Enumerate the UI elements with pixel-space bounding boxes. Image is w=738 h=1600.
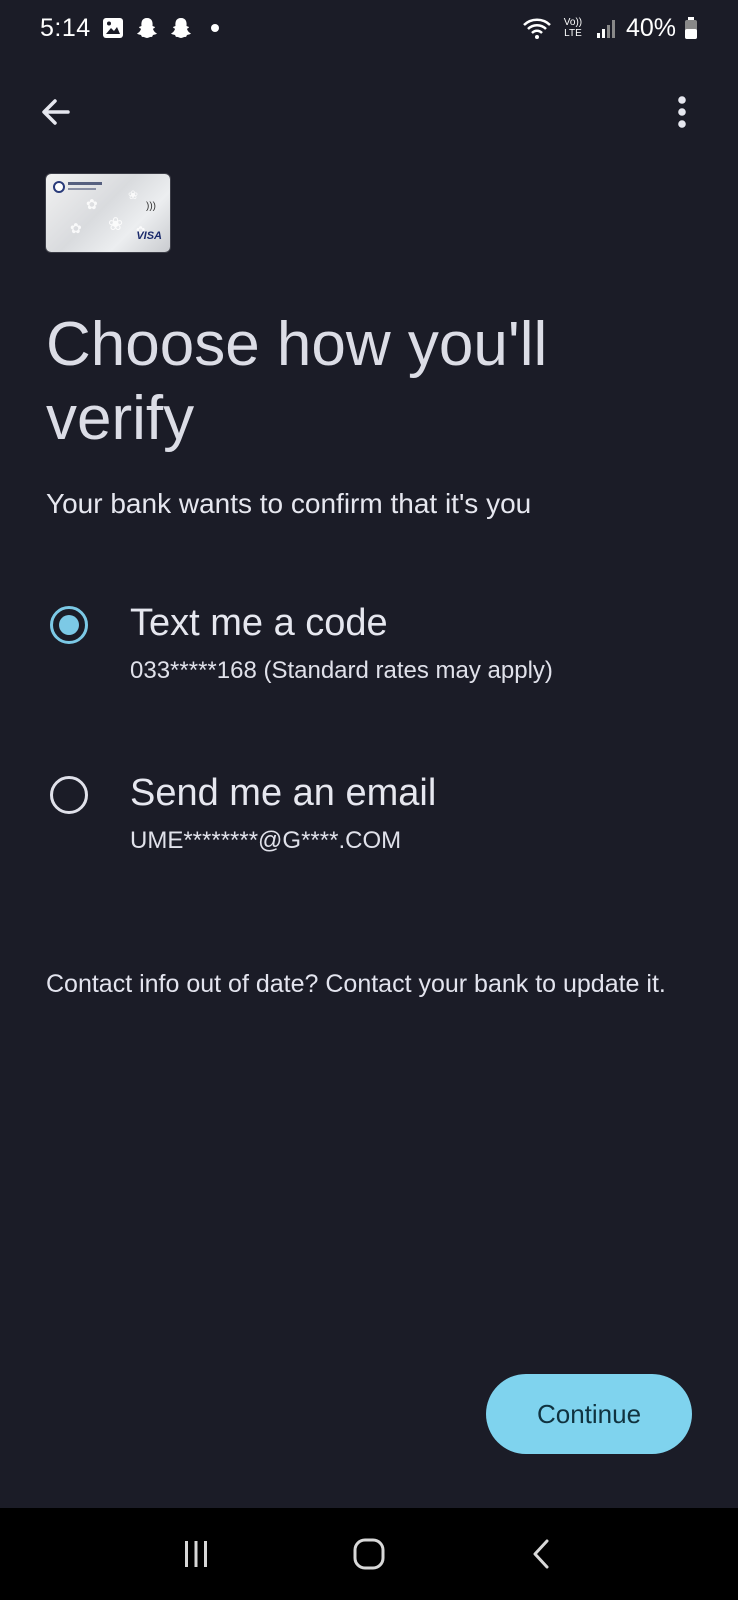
volte-top-label: Vo)) (563, 17, 583, 28)
flower-decoration: ❀ (108, 214, 124, 234)
volte-bottom-label: LTE (564, 28, 582, 39)
flower-decoration: ❀ (128, 188, 139, 202)
status-time: 5:14 (40, 13, 91, 42)
option-label: Send me an email (130, 772, 437, 814)
recent-apps-icon (185, 1541, 208, 1567)
volte-icon: Vo)) LTE (560, 16, 586, 40)
wifi-icon (522, 16, 552, 40)
option-detail: 033*****168 (Standard rates may apply) (130, 657, 553, 684)
gallery-icon (101, 16, 125, 40)
back-nav-button[interactable] (512, 1524, 572, 1584)
system-navigation-bar (0, 1508, 738, 1600)
home-icon (353, 1538, 385, 1570)
radio-button-unselected[interactable] (50, 776, 88, 814)
option-label: Text me a code (130, 602, 388, 644)
status-bar: 5:14 Vo)) LTE 40% (0, 0, 738, 56)
card-image: ✿ ❀ ✿ ❀ ✿ ))) VISA (46, 174, 170, 252)
continue-button[interactable]: Continue (486, 1374, 692, 1454)
chevron-left-icon (533, 1539, 549, 1569)
snapchat-icon (169, 16, 193, 40)
card-brand-logo: VISA (136, 230, 162, 242)
more-options-button[interactable] (656, 86, 708, 138)
top-app-bar (0, 80, 738, 144)
recent-apps-button[interactable] (166, 1524, 226, 1584)
home-button[interactable] (339, 1524, 399, 1584)
back-button[interactable] (30, 86, 82, 138)
snapchat-icon (135, 16, 159, 40)
bank-logo-tagline (68, 188, 96, 190)
radio-dot (59, 615, 79, 635)
status-left: 5:14 (40, 14, 227, 43)
contact-info-note: Contact info out of date? Contact your b… (46, 970, 666, 998)
contactless-icon: ))) (146, 201, 156, 212)
dot-icon (203, 16, 227, 40)
more-vertical-icon (678, 96, 686, 128)
battery-percentage: 40% (625, 13, 676, 42)
flower-decoration: ✿ (86, 196, 98, 212)
option-detail: UME********@G****.COM (130, 827, 402, 854)
flower-decoration: ✿ (70, 220, 82, 236)
bank-logo-wordmark (68, 182, 102, 185)
radio-button-selected[interactable] (50, 606, 88, 644)
battery-icon (684, 16, 698, 40)
page-subtitle: Your bank wants to confirm that it's you (46, 488, 532, 519)
status-right: Vo)) LTE 40% (522, 14, 698, 43)
arrow-left-icon (42, 99, 70, 125)
option-text-code[interactable]: Text me a code 033*****168 (Standard rat… (46, 592, 696, 702)
page-title: Choose how you'll verify (46, 310, 548, 453)
option-send-email[interactable]: Send me an email UME********@G****.COM (46, 762, 696, 872)
verification-screen: 5:14 Vo)) LTE 40% ✿ ❀ ✿ ❀ ✿))) VISA Cho… (0, 0, 738, 1600)
bank-logo-icon (53, 181, 65, 193)
signal-icon (594, 16, 618, 40)
